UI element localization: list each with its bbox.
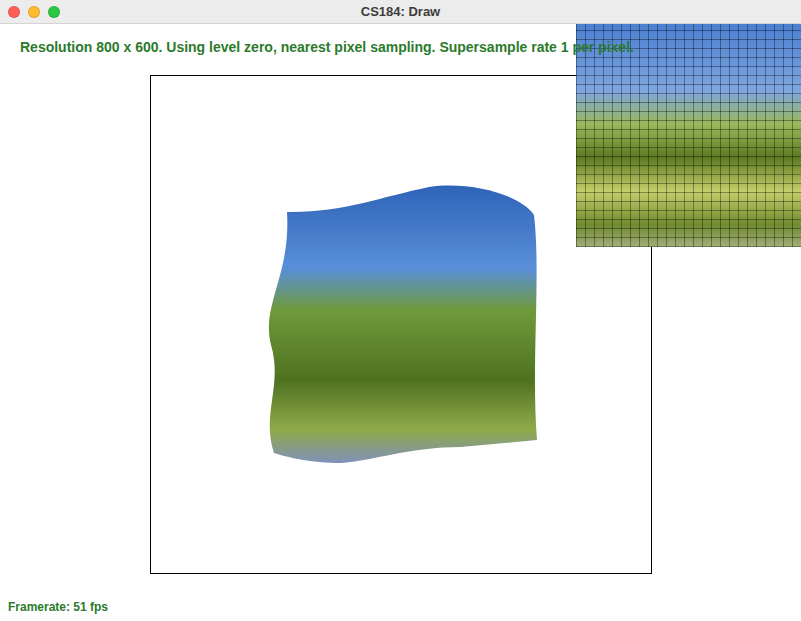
textured-mesh[interactable] <box>261 185 541 465</box>
minimize-icon[interactable] <box>28 6 40 18</box>
close-icon[interactable] <box>8 6 20 18</box>
title-bar: CS184: Draw <box>0 0 801 24</box>
zoom-inset <box>576 24 801 247</box>
window-title: CS184: Draw <box>80 4 721 19</box>
window-controls <box>0 6 80 18</box>
app-window: CS184: Draw Resolution 800 x 600. Using l… <box>0 0 801 621</box>
framerate-text: Framerate: 51 fps <box>0 600 801 614</box>
status-text: Resolution 800 x 600. Using level zero, … <box>0 24 801 56</box>
canvas[interactable]: Resolution 800 x 600. Using level zero, … <box>0 24 801 621</box>
zoom-icon[interactable] <box>48 6 60 18</box>
